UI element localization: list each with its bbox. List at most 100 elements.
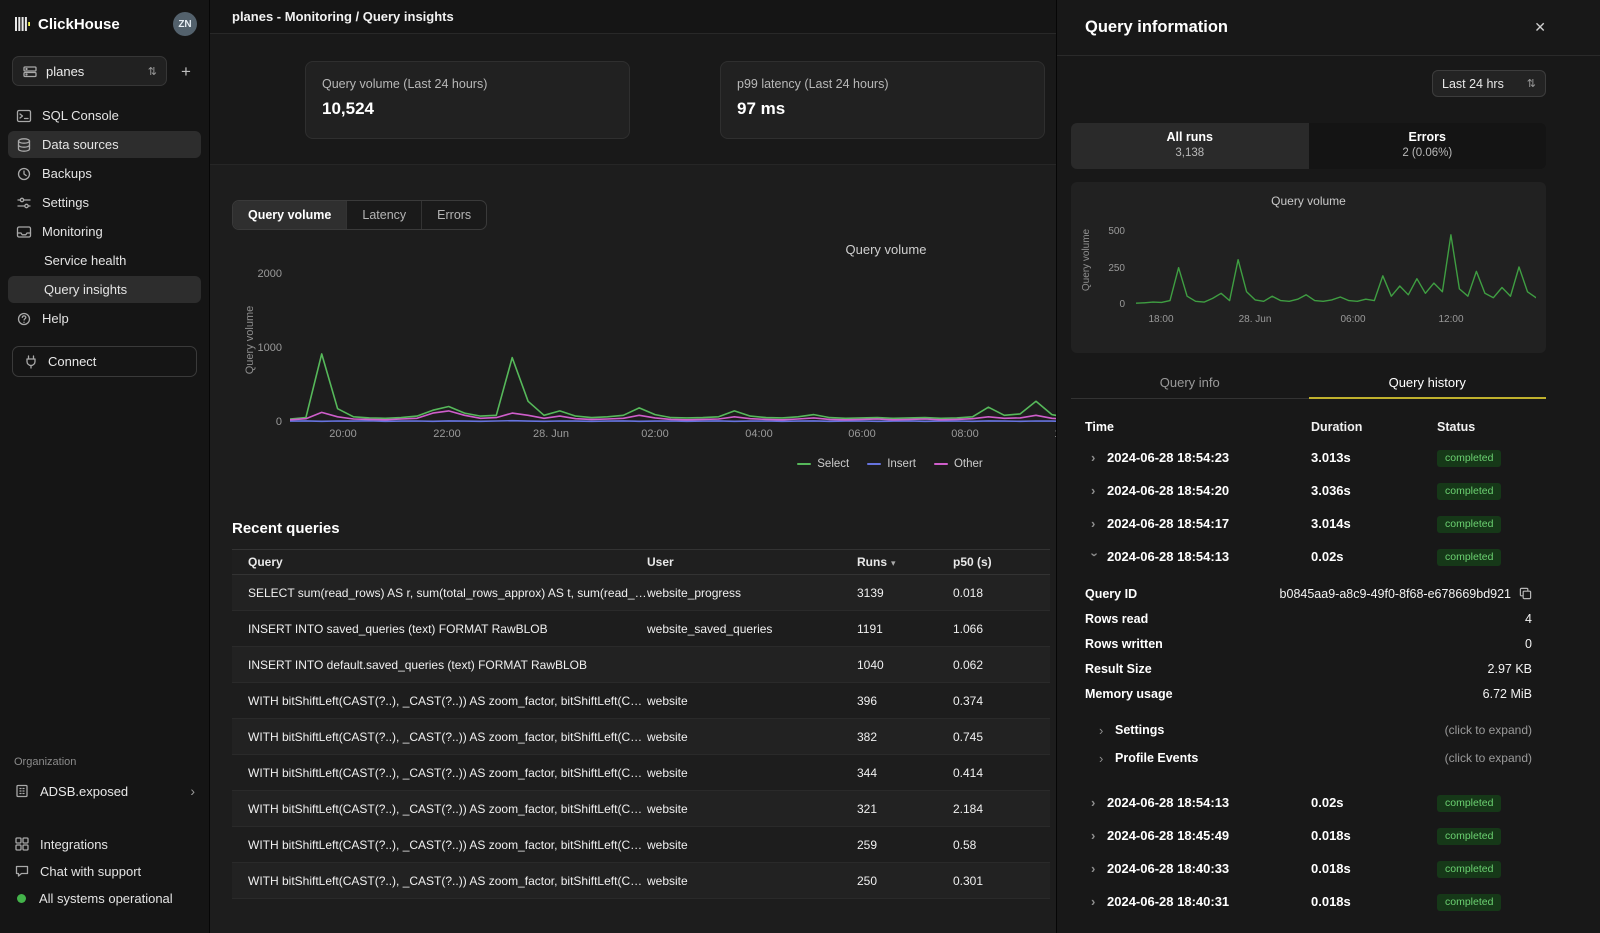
p50-cell: 0.301 (953, 874, 1050, 888)
column-header-p50[interactable]: p50 (s) (953, 555, 1050, 569)
chart-plot[interactable] (290, 271, 1056, 423)
runs-cell: 321 (857, 802, 953, 816)
tab-query-info[interactable]: Query info (1071, 370, 1309, 398)
chevron-right-icon: › (1099, 751, 1107, 766)
history-row[interactable]: ›2024-06-28 18:54:20 3.036s completed (1071, 474, 1546, 507)
chat-icon (14, 863, 30, 879)
user-cell: website (647, 838, 857, 852)
sidebar: ClickHouse ZN planes ⇅ + SQL Console Dat… (0, 0, 210, 933)
y-tick: 0 (232, 416, 282, 428)
clickhouse-logo[interactable] (14, 16, 30, 32)
query-cell: WITH bitShiftLeft(CAST(?..), _CAST(?..))… (232, 694, 647, 708)
sidebar-item-settings[interactable]: Settings (8, 189, 201, 216)
tab-latency[interactable]: Latency (346, 201, 421, 229)
sidebar-item-service-health[interactable]: Service health (8, 247, 201, 274)
table-row[interactable]: WITH bitShiftLeft(CAST(?..), _CAST(?..))… (232, 719, 1050, 755)
time-range-dropdown[interactable]: Last 24 hrs ⇅ (1432, 70, 1546, 97)
sidebar-item-integrations[interactable]: Integrations (14, 831, 195, 857)
connect-button[interactable]: Connect (12, 346, 197, 377)
copy-icon[interactable] (1519, 587, 1532, 600)
sidebar-footer: Integrations Chat with support All syste… (0, 831, 209, 911)
table-row[interactable]: WITH bitShiftLeft(CAST(?..), _CAST(?..))… (232, 791, 1050, 827)
history-row[interactable]: ›2024-06-28 18:40:33 0.018s completed (1071, 852, 1546, 885)
x-tick: 10:00 (1038, 428, 1056, 440)
mini-query-volume-chart[interactable]: Query volume Query volume 500 250 0 18:0… (1071, 182, 1546, 353)
tab-query-volume[interactable]: Query volume (233, 201, 346, 229)
tab-query-history[interactable]: Query history (1309, 370, 1547, 398)
service-selector-value: planes (46, 64, 84, 79)
table-row[interactable]: INSERT INTO default.saved_queries (text)… (232, 647, 1050, 683)
recent-queries-section: Recent queries Query User Runs▾ p50 (s) … (232, 520, 1050, 899)
sidebar-item-help[interactable]: Help (8, 305, 201, 332)
column-header-query[interactable]: Query (232, 555, 647, 569)
add-service-button[interactable]: + (175, 63, 197, 80)
history-time: 2024-06-28 18:45:49 (1107, 828, 1229, 843)
table-row[interactable]: WITH bitShiftLeft(CAST(?..), _CAST(?..))… (232, 827, 1050, 863)
detail-row-result-size: Result Size 2.97 KB (1085, 656, 1532, 681)
expandable-settings[interactable]: › Settings (click to expand) (1085, 716, 1532, 744)
sidebar-item-backups[interactable]: Backups (8, 160, 201, 187)
chevron-right-icon: › (1091, 828, 1099, 843)
sidebar-item-sql-console[interactable]: SQL Console (8, 102, 201, 129)
recent-queries-table: Query User Runs▾ p50 (s) SELECT sum(read… (232, 549, 1050, 899)
detail-value: 4 (1525, 612, 1532, 626)
history-row[interactable]: ›2024-06-28 18:40:31 0.018s completed (1071, 885, 1546, 918)
history-time: 2024-06-28 18:54:23 (1107, 450, 1229, 465)
history-row-expanded[interactable]: ›2024-06-28 18:54:13 0.02s completed (1071, 540, 1546, 573)
tab-errors[interactable]: Errors (421, 201, 486, 229)
table-row[interactable]: WITH bitShiftLeft(CAST(?..), _CAST(?..))… (232, 863, 1050, 899)
legend-label: Insert (887, 458, 916, 470)
x-tick: 04:00 (729, 428, 789, 440)
sidebar-item-query-insights[interactable]: Query insights (8, 276, 201, 303)
column-header-user[interactable]: User (647, 555, 857, 569)
legend-item-insert[interactable]: Insert (867, 458, 916, 470)
legend-label: Other (954, 458, 983, 470)
topbar: planes - Monitoring / Query insights (210, 0, 1056, 34)
tab-errors[interactable]: Errors 2 (0.06%) (1309, 123, 1547, 169)
table-row[interactable]: WITH bitShiftLeft(CAST(?..), _CAST(?..))… (232, 683, 1050, 719)
detail-label: Rows written (1085, 637, 1163, 651)
user-avatar[interactable]: ZN (173, 12, 197, 36)
chevron-down-icon: › (1088, 553, 1103, 561)
chevron-right-icon: › (1091, 483, 1099, 498)
legend-swatch (867, 463, 881, 465)
legend-item-other[interactable]: Other (934, 458, 983, 470)
sidebar-item-monitoring[interactable]: Monitoring (8, 218, 201, 245)
organization-label: Organization (0, 756, 209, 768)
organization-row[interactable]: ADSB.exposed › (0, 777, 209, 805)
history-row[interactable]: ›2024-06-28 18:54:13 0.02s completed (1071, 786, 1546, 819)
detail-value: 0 (1525, 637, 1532, 651)
sidebar-item-label: Help (42, 311, 69, 326)
sidebar-item-data-sources[interactable]: Data sources (8, 131, 201, 158)
history-row[interactable]: ›2024-06-28 18:45:49 0.018s completed (1071, 819, 1546, 852)
footer-item-label: Integrations (40, 837, 108, 852)
history-row[interactable]: ›2024-06-28 18:54:23 3.013s completed (1071, 441, 1546, 474)
user-cell: website_progress (647, 586, 857, 600)
sidebar-item-system-status[interactable]: All systems operational (14, 885, 195, 911)
runs-cell: 1191 (857, 622, 953, 636)
expandable-label: Settings (1115, 723, 1164, 737)
footer-item-label: All systems operational (39, 891, 173, 906)
sidebar-item-label: Settings (42, 195, 89, 210)
tab-all-runs[interactable]: All runs 3,138 (1071, 123, 1309, 169)
sidebar-item-label: Monitoring (42, 224, 103, 239)
query-volume-chart[interactable]: Query volume Query volume 2000 1000 0 20… (210, 236, 1056, 494)
table-row[interactable]: SELECT sum(read_rows) AS r, sum(total_ro… (232, 575, 1050, 611)
query-cell: SELECT sum(read_rows) AS r, sum(total_ro… (232, 586, 647, 600)
history-time: 2024-06-28 18:40:33 (1107, 861, 1229, 876)
table-row[interactable]: WITH bitShiftLeft(CAST(?..), _CAST(?..))… (232, 755, 1050, 791)
table-row[interactable]: INSERT INTO saved_queries (text) FORMAT … (232, 611, 1050, 647)
close-icon[interactable]: ✕ (1534, 19, 1546, 36)
detail-value: b0845aa9-a8c9-49f0-8f68-e678669bd921 (1280, 587, 1511, 601)
history-row[interactable]: ›2024-06-28 18:54:17 3.014s completed (1071, 507, 1546, 540)
column-header-runs[interactable]: Runs▾ (857, 555, 953, 569)
query-cell: INSERT INTO saved_queries (text) FORMAT … (232, 622, 647, 636)
user-cell: website_saved_queries (647, 622, 857, 636)
sidebar-item-chat-support[interactable]: Chat with support (14, 858, 195, 884)
mini-chart-plot[interactable] (1136, 226, 1536, 306)
service-selector[interactable]: planes ⇅ (12, 56, 167, 86)
p50-cell: 0.062 (953, 658, 1050, 672)
legend-item-select[interactable]: Select (797, 458, 849, 470)
expandable-profile-events[interactable]: › Profile Events (click to expand) (1085, 744, 1532, 772)
chevron-right-icon: › (1099, 723, 1107, 738)
